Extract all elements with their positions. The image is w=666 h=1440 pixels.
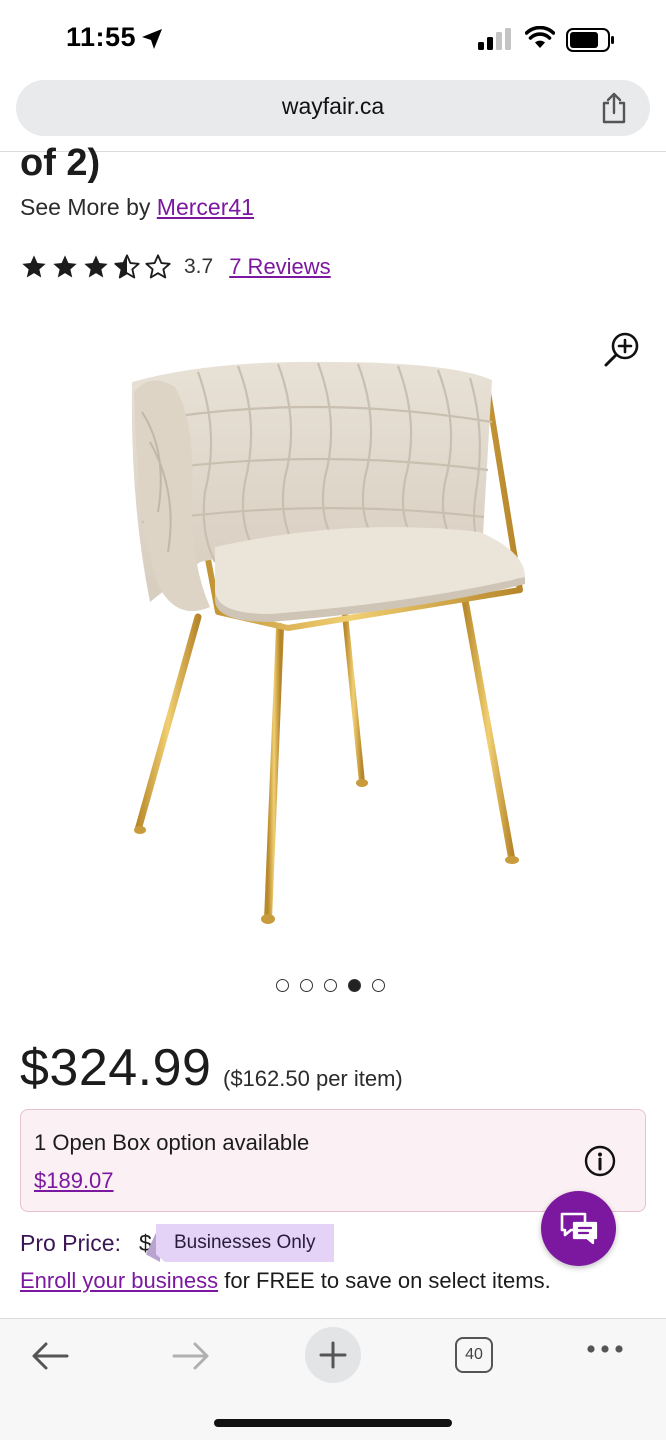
url-text[interactable]: wayfair.ca	[16, 93, 650, 120]
status-bar: 11:55	[0, 0, 666, 78]
more-menu-icon[interactable]	[586, 1343, 624, 1355]
open-box-panel[interactable]: 1 Open Box option available $189.07	[20, 1109, 646, 1212]
tab-count-button[interactable]: 40	[455, 1337, 493, 1373]
new-tab-button[interactable]	[305, 1327, 361, 1383]
reviews-link[interactable]: 7 Reviews	[229, 254, 330, 280]
star-full-icon	[53, 255, 77, 278]
carousel-dot[interactable]	[372, 979, 385, 992]
open-box-title: 1 Open Box option available	[34, 1130, 310, 1155]
carousel-dot[interactable]	[324, 979, 337, 992]
star-rating	[20, 253, 172, 281]
status-time: 11:55	[66, 22, 137, 52]
brand-link[interactable]: Mercer41	[157, 194, 254, 220]
carousel-dot[interactable]	[300, 979, 313, 992]
per-item-price: ($162.50 per item)	[223, 1066, 403, 1091]
carousel-dots	[276, 979, 385, 992]
wifi-icon	[525, 26, 555, 48]
rating-row[interactable]: 3.7 7 Reviews	[20, 252, 331, 282]
location-arrow-icon	[142, 29, 162, 49]
forward-arrow-icon[interactable]	[172, 1341, 210, 1371]
businesses-only-badge: Businesses Only	[156, 1224, 334, 1262]
share-icon[interactable]	[600, 92, 628, 124]
star-full-icon	[22, 255, 46, 278]
plus-icon	[319, 1341, 347, 1369]
enroll-row: Enroll your business for FREE to save on…	[20, 1268, 551, 1294]
enroll-text: for FREE to save on select items.	[218, 1268, 551, 1293]
see-more-label: See More by	[20, 194, 151, 220]
star-empty-icon	[145, 254, 171, 279]
carousel-dot[interactable]	[276, 979, 289, 992]
pro-price-label: Pro Price:	[20, 1230, 121, 1256]
cellular-signal-icon	[478, 28, 511, 50]
see-more-by: See More by Mercer41	[20, 194, 254, 221]
star-half-icon	[114, 254, 140, 279]
enroll-business-link[interactable]: Enroll your business	[20, 1268, 218, 1293]
chat-bubbles-icon	[560, 1212, 598, 1245]
battery-icon	[566, 28, 614, 52]
product-image-chair	[131, 361, 525, 924]
home-indicator	[214, 1419, 452, 1427]
open-box-price-link[interactable]: $189.07	[34, 1168, 114, 1194]
star-full-icon	[84, 255, 108, 278]
address-bar[interactable]: wayfair.ca	[16, 80, 650, 136]
back-arrow-icon[interactable]	[31, 1341, 69, 1371]
zoom-in-icon[interactable]	[603, 330, 641, 368]
chat-button[interactable]	[541, 1191, 616, 1266]
info-icon[interactable]	[584, 1145, 616, 1177]
price: $324.99	[20, 1039, 212, 1097]
carousel-dot-active[interactable]	[348, 979, 361, 992]
rating-value: 3.7	[184, 255, 214, 278]
product-title: of 2)	[20, 142, 101, 184]
